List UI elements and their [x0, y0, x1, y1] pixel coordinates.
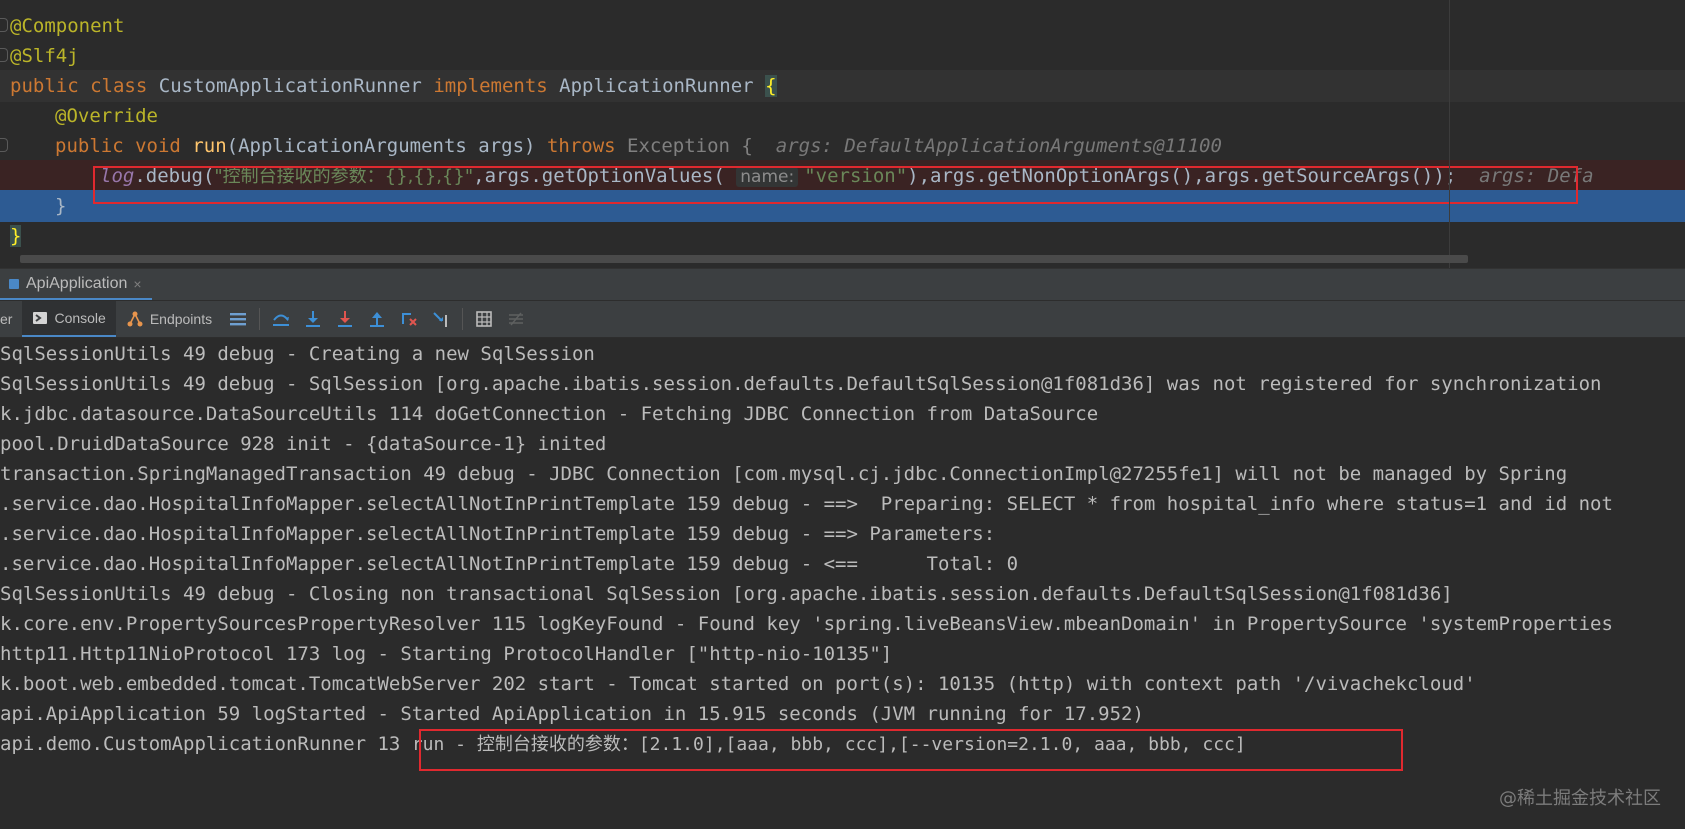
keyword-token: public [10, 75, 79, 97]
log-prefix: api.demo.CustomApplicationRunner 13 [0, 733, 412, 755]
step-over-icon[interactable] [270, 308, 292, 330]
step-into-icon[interactable] [302, 308, 324, 330]
run-tab-apiapplication[interactable]: ApiApplication × [0, 269, 152, 300]
console-line: transaction.SpringManagedTransaction 49 … [0, 463, 1568, 485]
keyword-token: public [55, 135, 124, 157]
watermark: @稀土掘金技术社区 [1499, 788, 1661, 809]
method-name-token: run [192, 135, 227, 157]
run-tab-bar: ApiApplication × [0, 268, 1685, 300]
code-editor[interactable]: @Component @Slf4j public class CustomApp… [0, 0, 1685, 268]
drop-frame-icon[interactable] [398, 308, 420, 330]
close-tab-icon[interactable]: × [133, 276, 141, 292]
step-out-icon[interactable] [366, 308, 388, 330]
code-line-3[interactable]: public class CustomApplicationRunner imp… [0, 70, 1685, 102]
console-line: k.core.env.PropertySourcesPropertyResolv… [0, 613, 1613, 635]
keyword-token: class [90, 75, 148, 97]
interface-name-token: ApplicationRunner [559, 75, 754, 97]
annotation-token: @Override [55, 105, 158, 127]
evaluate-expression-icon[interactable] [473, 308, 495, 330]
right-margin-guide [1449, 0, 1450, 268]
tab-label: Console [54, 310, 106, 326]
console-line: .service.dao.HospitalInfoMapper.selectAl… [0, 493, 1613, 515]
exception-token: Exception { [627, 135, 753, 157]
console-line: SqlSessionUtils 49 debug - Creating a ne… [0, 343, 595, 365]
tab-debugger-truncated[interactable]: er [0, 301, 22, 337]
horizontal-scrollbar[interactable] [20, 255, 1468, 263]
console-output[interactable]: SqlSessionUtils 49 debug - Creating a ne… [0, 338, 1685, 829]
annotation-token: @Component [10, 15, 125, 37]
brace-token: } [10, 225, 22, 247]
console-line: SqlSessionUtils 49 debug - SqlSession [o… [0, 373, 1602, 395]
console-icon [33, 312, 48, 324]
brace-token: { [765, 75, 777, 97]
class-name-token: CustomApplicationRunner [158, 75, 422, 97]
console-line: http11.Http11NioProtocol 173 log - Start… [0, 643, 893, 665]
run-config-icon [9, 278, 19, 289]
console-line: .service.dao.HospitalInfoMapper.selectAl… [0, 523, 1007, 545]
inline-debug-value: args: DefaultApplicationArguments@11100 [775, 135, 1222, 157]
trace-disabled-icon[interactable] [505, 308, 527, 330]
brace-token: } [55, 195, 67, 217]
console-line: .service.dao.HospitalInfoMapper.selectAl… [0, 553, 1019, 575]
console-line: k.jdbc.datasource.DataSourceUtils 114 do… [0, 403, 1099, 425]
highlight-box-code [93, 166, 1578, 204]
console-line: api.ApiApplication 59 logStarted - Start… [0, 703, 1144, 725]
toolbar-separator [259, 308, 261, 330]
keyword-token: throws [546, 135, 616, 157]
annotation-token: @Slf4j [10, 45, 79, 67]
run-tab-label: ApiApplication [26, 274, 128, 292]
menu-lines-icon[interactable] [227, 308, 249, 330]
tab-label: Endpoints [149, 311, 213, 327]
keyword-token: void [135, 135, 181, 157]
tab-endpoints[interactable]: Endpoints [116, 301, 222, 337]
code-line-8[interactable]: } [0, 220, 1685, 252]
run-to-cursor-icon[interactable] [430, 308, 452, 330]
highlight-box-console [419, 729, 1403, 771]
console-line: SqlSessionUtils 49 debug - Closing non t… [0, 583, 1453, 605]
console-line: pool.DruidDataSource 928 init - {dataSou… [0, 433, 607, 455]
console-line: k.boot.web.embedded.tomcat.TomcatWebServ… [0, 673, 1476, 695]
endpoints-icon [127, 311, 143, 327]
force-step-into-icon[interactable] [334, 308, 356, 330]
params-token: (ApplicationArguments args) [226, 135, 536, 157]
code-line-4[interactable]: @Override [0, 100, 1685, 132]
tab-label: er [0, 311, 13, 327]
code-line-1[interactable]: @Component [0, 10, 1685, 42]
keyword-token: implements [433, 75, 548, 97]
toolbar-separator [462, 308, 464, 330]
tab-console[interactable]: Console [22, 301, 116, 337]
code-line-2[interactable]: @Slf4j [0, 40, 1685, 72]
run-toolbar: er Console Endpoints [0, 300, 1685, 338]
code-line-5[interactable]: public void run(ApplicationArguments arg… [0, 130, 1685, 162]
